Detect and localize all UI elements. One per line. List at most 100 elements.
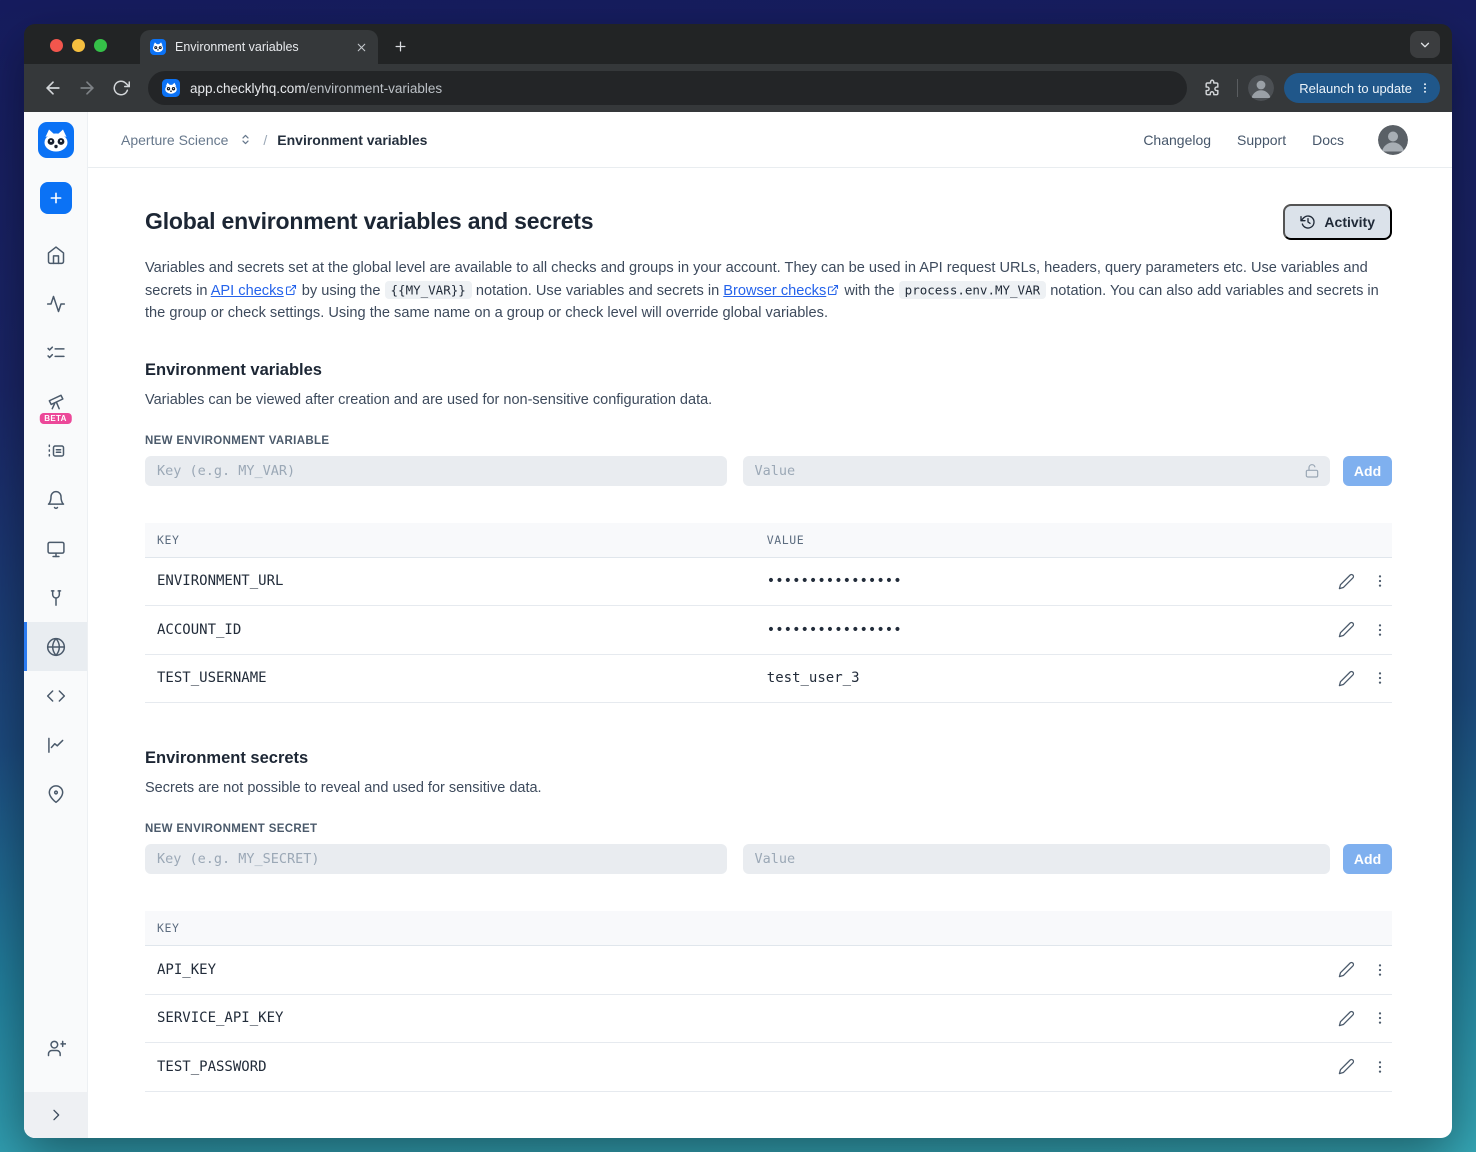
external-link-icon [827,282,839,304]
column-header-key: KEY [157,921,180,935]
reload-icon[interactable] [106,73,136,103]
monitor-icon [46,541,65,557]
edit-pencil-icon[interactable] [1338,1010,1355,1027]
secret-value-input[interactable] [742,844,1331,874]
sidebar-item-monitoring[interactable] [24,279,87,328]
sidebar-expand-button[interactable] [24,1092,87,1138]
browser-checks-link[interactable]: Browser checks [723,283,826,299]
kebab-menu-icon[interactable] [1372,622,1388,638]
edit-pencil-icon[interactable] [1338,621,1355,638]
variables-section-description: Variables can be viewed after creation a… [145,391,713,408]
browser-toolbar: app.checklyhq.com/environment-variables … [24,64,1452,112]
sidebar-item-snippets[interactable] [24,671,87,720]
variables-table: KEY VALUE ENVIRONMENT_URL ••••••••••••••… [145,522,1392,703]
activity-button[interactable]: Activity [1283,204,1392,240]
chevron-right-icon [52,1109,59,1121]
secrets-section-description: Secrets are not possible to reveal and u… [145,780,542,796]
edit-pencil-icon[interactable] [1338,1058,1355,1075]
table-row: ENVIRONMENT_URL •••••••••••••••• [145,558,1392,606]
variable-value-masked: •••••••••••••••• [766,621,902,638]
variables-section-title: Environment variables [145,360,322,379]
minimize-window-button[interactable] [72,39,85,52]
sidebar-item-explore-beta[interactable]: BETA [24,377,87,426]
add-user-icon [47,1040,66,1056]
tab-close-icon[interactable] [355,41,368,54]
intro-paragraph: Variables and secrets set at the global … [145,260,1379,321]
sidebar-item-checks[interactable] [24,328,87,377]
variable-value-input[interactable] [742,455,1331,486]
table-row: TEST_PASSWORD [145,1043,1392,1092]
changelog-link[interactable]: Changelog [1143,132,1211,148]
api-checks-link[interactable]: API checks [211,283,284,299]
browser-profile-avatar[interactable] [1248,75,1275,101]
new-variable-label: NEW ENVIRONMENT VARIABLE [145,434,330,447]
kebab-menu-icon[interactable] [1372,573,1388,589]
globe-icon [46,637,65,656]
activity-pulse-icon [46,295,65,312]
new-secret-form: Add [145,844,1392,874]
variable-key-input[interactable] [145,455,727,486]
checkly-favicon [150,39,166,55]
zoom-window-button[interactable] [94,39,107,52]
sidebar-item-maintenance[interactable] [24,573,87,622]
account-name[interactable]: Aperture Science [121,132,228,148]
edit-pencil-icon[interactable] [1338,670,1355,687]
account-switcher-icon[interactable] [238,132,253,147]
breadcrumb: Aperture Science / Environment variables [121,132,427,148]
window-traffic-lights[interactable] [50,39,107,52]
breadcrumb-separator: / [263,131,268,148]
external-link-icon [285,282,297,304]
create-new-button[interactable] [39,182,72,214]
url-bar[interactable]: app.checklyhq.com/environment-variables [148,71,1188,105]
browser-window: Environment variables app.checklyhq.com/… [24,24,1452,1138]
sidebar-item-analytics[interactable] [24,720,87,769]
sidebar-item-dashboards[interactable] [24,524,87,573]
kebab-icon [1424,83,1426,93]
secret-key: TEST_PASSWORD [157,1058,267,1075]
support-link[interactable]: Support [1237,132,1286,148]
checkly-logo[interactable] [37,122,74,158]
edit-pencil-icon[interactable] [1338,573,1355,590]
secrets-table-header: KEY [145,911,1392,946]
browser-tab[interactable]: Environment variables [140,30,378,64]
edit-pencil-icon[interactable] [1338,961,1355,978]
kebab-menu-icon[interactable] [1372,962,1388,978]
checklist-icon [46,345,65,358]
kebab-menu-icon[interactable] [1372,1059,1388,1075]
column-header-key: KEY [157,532,180,547]
secret-key-input[interactable] [145,844,727,874]
maintenance-icon [50,589,61,606]
sidebar-item-private-locations[interactable] [24,769,87,818]
add-secret-button[interactable]: Add [1343,844,1392,874]
breadcrumb-page: Environment variables [277,131,428,148]
map-pin-icon [48,784,63,803]
telescope-icon [48,394,64,409]
code-icon [46,689,65,702]
sidebar-item-alerts[interactable] [24,475,87,524]
variable-value: test_user_3 [766,670,860,687]
code-chip: {{MY_VAR}} [384,281,472,299]
app-header: Aperture Science / Environment variables… [88,112,1452,168]
docs-link[interactable]: Docs [1312,132,1344,148]
chart-icon [47,737,63,753]
sidebar-item-home[interactable] [24,230,87,279]
variable-key: TEST_USERNAME [157,670,267,687]
secret-key: API_KEY [157,961,217,978]
checkly-favicon [162,79,180,97]
table-row: TEST_USERNAME test_user_3 [145,655,1392,703]
kebab-menu-icon[interactable] [1372,670,1388,686]
close-window-button[interactable] [50,39,63,52]
sidebar-item-environment-variables[interactable] [24,622,87,671]
invite-user-button[interactable] [24,1023,87,1072]
back-icon[interactable] [38,73,68,103]
new-tab-button[interactable] [388,34,412,58]
relaunch-to-update-button[interactable]: Relaunch to update [1284,73,1440,103]
chevron-down-icon[interactable] [1410,31,1440,58]
user-avatar[interactable] [1378,124,1408,155]
variables-table-header: KEY VALUE [145,522,1392,558]
sidebar-item-logs[interactable] [24,426,87,475]
add-variable-button[interactable]: Add [1343,455,1392,486]
forward-icon[interactable] [72,73,102,103]
extensions-puzzle-icon[interactable] [1197,73,1227,103]
kebab-menu-icon[interactable] [1372,1010,1388,1026]
